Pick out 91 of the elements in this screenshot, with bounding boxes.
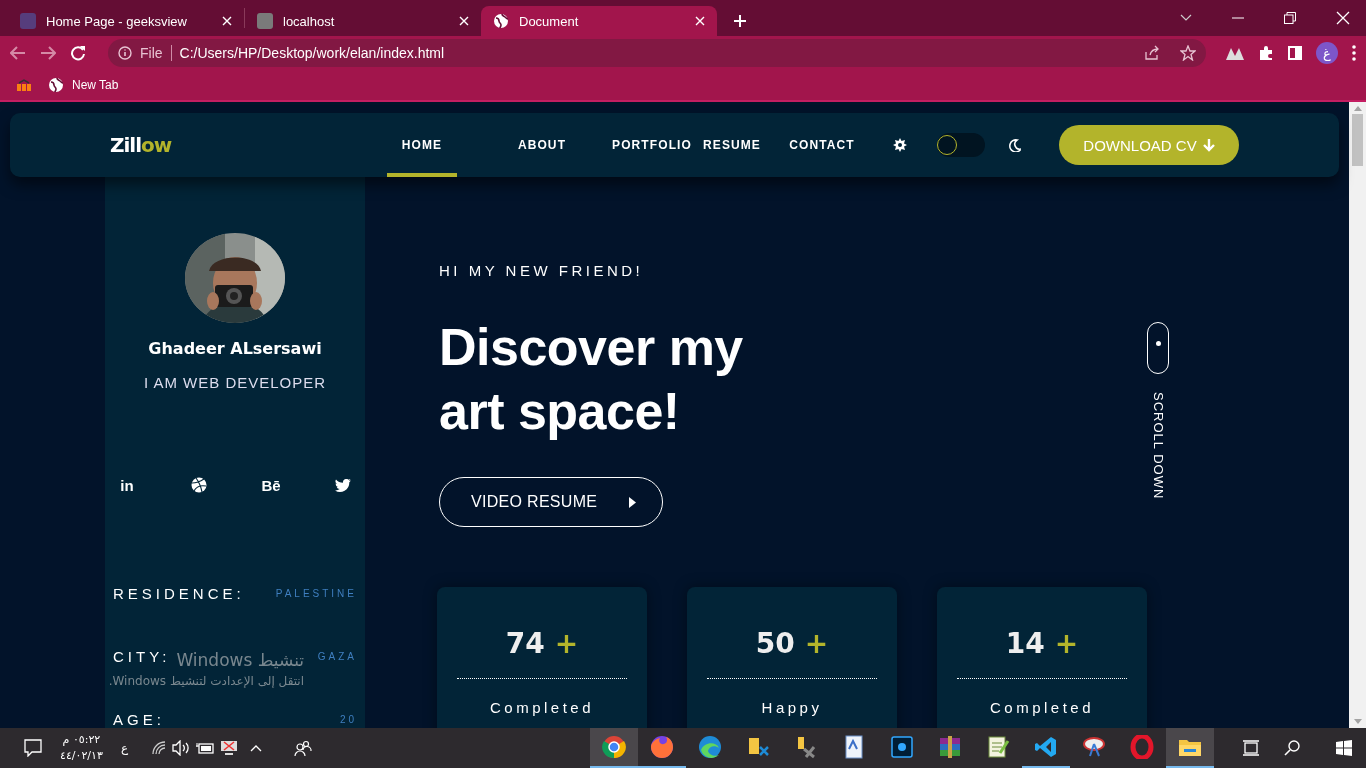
document-icon <box>842 735 866 759</box>
menu-icon[interactable] <box>1352 45 1356 61</box>
info-label: CITY: <box>113 648 171 665</box>
battery-icon[interactable] <box>196 741 215 755</box>
wifi-icon[interactable] <box>152 741 167 755</box>
task-view-icon[interactable] <box>1242 740 1260 756</box>
theme-toggle[interactable] <box>937 133 985 157</box>
nav-link[interactable]: PORTFOLIO <box>607 113 697 177</box>
share-icon[interactable] <box>1144 45 1160 61</box>
down-arrow-icon <box>1202 138 1215 152</box>
nav-link[interactable]: RESUME <box>697 113 767 177</box>
moon-icon[interactable] <box>1009 138 1021 152</box>
restore-icon[interactable] <box>1284 12 1296 24</box>
windows-logo-icon[interactable] <box>1336 740 1352 756</box>
close-icon[interactable] <box>1336 11 1350 25</box>
speaker-icon[interactable] <box>172 740 191 756</box>
forward-arrow-icon[interactable] <box>40 46 56 60</box>
url-text: C:/Users/HP/Desktop/work/elan/index.html <box>179 45 446 61</box>
video-resume-button[interactable]: VIDEO RESUME <box>439 477 663 527</box>
notification-icon[interactable] <box>24 739 42 757</box>
image-editor-icon <box>890 735 914 759</box>
scrollbar[interactable] <box>1349 102 1366 728</box>
profile-avatar[interactable]: غ <box>1316 42 1338 64</box>
logo[interactable]: Zillow <box>110 133 387 157</box>
stat-label: Happy <box>761 699 823 716</box>
bootstrap-icon <box>20 13 36 29</box>
ball-icon <box>191 477 207 493</box>
nav-link[interactable]: ABOUT <box>477 113 607 177</box>
stat-label: Completed <box>489 699 594 716</box>
info-value: PALESTINE <box>275 588 357 599</box>
activation-text: انتقل إلى الإعدادت لتنشيط Windows. <box>108 674 304 688</box>
nav-link[interactable]: HOME <box>387 113 457 177</box>
info-label: RESIDENCE: <box>113 585 245 602</box>
satellite-dish-icon <box>1082 735 1106 759</box>
browser-tab[interactable]: Home Page - geeksview <box>8 6 244 36</box>
wave-icon <box>698 735 722 759</box>
scrollbar-thumb[interactable] <box>1352 114 1363 166</box>
reload-icon[interactable] <box>70 45 86 61</box>
hero-heading: Discover my art space! <box>439 317 744 442</box>
behance-link[interactable]: Bē <box>255 469 287 501</box>
nav-link[interactable]: CONTACT <box>767 113 877 177</box>
chevron-down-icon[interactable] <box>1180 14 1192 22</box>
close-icon[interactable] <box>695 16 705 26</box>
info-label: AGE: <box>113 711 165 728</box>
activation-title: تنشيط Windows <box>176 650 304 670</box>
close-icon[interactable] <box>222 16 232 26</box>
back-arrow-icon[interactable] <box>10 46 26 60</box>
plus-icon[interactable] <box>733 14 747 28</box>
stat-number: 50 + <box>755 627 829 660</box>
info-icon <box>118 46 132 60</box>
profile-name: Ghadeer ALsersawi <box>148 339 322 358</box>
info-value: 20 <box>339 714 357 725</box>
page-icon <box>257 13 273 29</box>
stat-number: 74 + <box>505 627 579 660</box>
close-icon[interactable] <box>459 16 469 26</box>
stat-number: 14 + <box>1005 627 1079 660</box>
search-icon[interactable] <box>1284 740 1300 756</box>
chevron-up-icon[interactable] <box>250 744 263 752</box>
taskbar-app[interactable] <box>1166 728 1214 768</box>
fox-icon <box>650 735 674 759</box>
stat-label: Completed <box>989 699 1094 716</box>
ring-icon <box>1130 735 1154 759</box>
browser-tab[interactable]: Document <box>481 6 717 36</box>
star-icon[interactable] <box>1180 45 1196 61</box>
info-value: GAZA <box>317 651 357 662</box>
puzzle-icon[interactable] <box>1258 45 1274 61</box>
bookmark[interactable]: New Tab <box>48 77 119 93</box>
language-indicator[interactable]: ع <box>120 741 129 755</box>
browser-tab[interactable]: localhost <box>245 6 481 36</box>
notepad-icon <box>986 735 1010 759</box>
bird-icon <box>335 478 351 492</box>
sun-icon[interactable] <box>893 138 907 152</box>
taskbar-app[interactable] <box>590 728 638 768</box>
code-editor-icon <box>1034 735 1058 759</box>
play-icon <box>629 496 636 508</box>
people-icon[interactable] <box>294 740 313 756</box>
scroll-down-text[interactable]: SCROLL DOWN <box>1150 392 1166 500</box>
mountain-icon[interactable] <box>1226 46 1244 60</box>
scheme-label: File <box>140 45 163 61</box>
globe-icon <box>493 13 509 29</box>
app-icon[interactable] <box>16 79 32 91</box>
profile-role: I AM WEB DEVELOPER <box>143 374 327 391</box>
linkedin-link[interactable]: in <box>111 469 143 501</box>
circle-icon <box>602 735 626 759</box>
side-panel-icon[interactable] <box>1288 46 1302 60</box>
network-error-icon[interactable] <box>220 740 239 756</box>
address-bar[interactable]: File C:/Users/HP/Desktop/work/elan/index.html <box>108 39 1206 67</box>
clock[interactable]: ٠٥:٢٢ م ٤٤/٠٢/١٣ <box>60 732 103 764</box>
greeting-text: HI MY NEW FRIEND! <box>439 262 645 279</box>
globe-icon <box>48 77 64 93</box>
archive-icon <box>938 735 962 759</box>
